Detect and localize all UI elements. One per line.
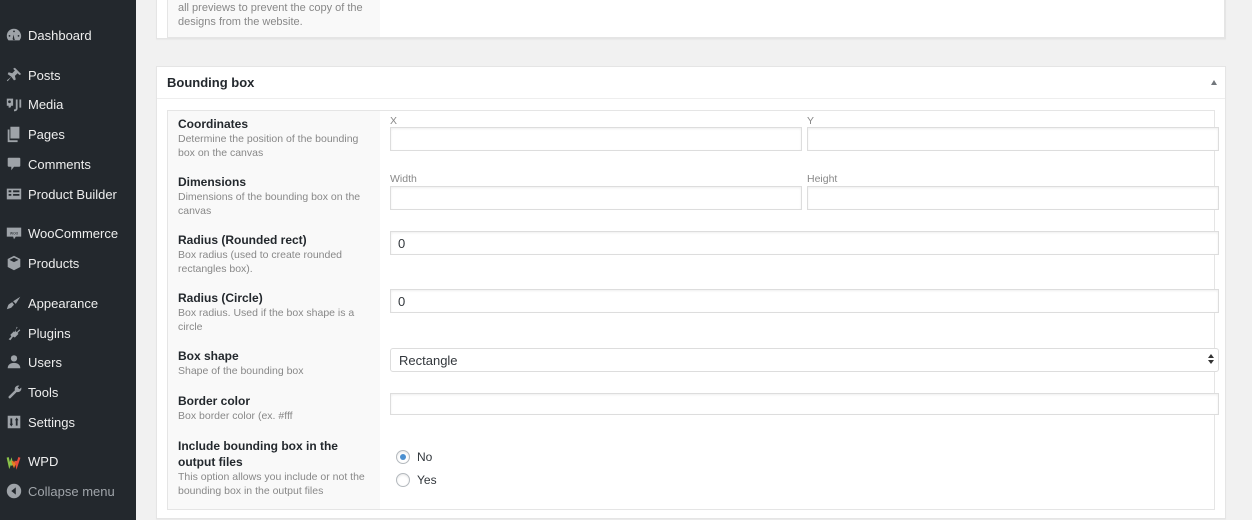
field-description: This option allows you include or not th… (178, 471, 365, 497)
product-builder-icon (0, 184, 28, 204)
radius-circle-label: Radius (Circle) Box radius. Used if the … (178, 290, 374, 334)
radio-label: Yes (417, 473, 437, 487)
previous-label-column: all previews to prevent the copy of the … (168, 0, 380, 37)
field-title: Border color (178, 394, 251, 408)
wpd-logo-icon (0, 451, 28, 471)
field-description: Dimensions of the bounding box on the ca… (178, 191, 361, 217)
field-title: Radius (Rounded rect) (178, 233, 307, 247)
y-label: Y (807, 115, 815, 127)
bounding-box-header[interactable]: Bounding box (157, 67, 1225, 99)
sidebar-item-label: Tools (28, 384, 59, 400)
field-title: Radius (Circle) (178, 291, 263, 305)
field-description: Determine the position of the bounding b… (178, 133, 359, 159)
sidebar-item-woocommerce[interactable]: woo WooCommerce (0, 218, 136, 248)
field-description: Box radius. Used if the box shape is a c… (178, 307, 355, 333)
box-shape-label: Box shape Shape of the bounding box (178, 348, 374, 378)
y-input[interactable] (807, 127, 1219, 151)
sidebar-item-appearance[interactable]: Appearance (0, 288, 136, 318)
sidebar-item-tools[interactable]: Tools (0, 377, 136, 407)
plug-icon (0, 323, 28, 343)
sidebar-item-label: Settings (28, 414, 75, 430)
sidebar-item-label: WPD (28, 453, 59, 469)
svg-text:woo: woo (10, 230, 19, 235)
bounding-box-table: Coordinates Determine the position of th… (167, 110, 1219, 510)
pages-icon (0, 124, 28, 144)
user-icon (0, 352, 28, 372)
paintbrush-icon (0, 293, 28, 313)
x-label: X (390, 115, 398, 127)
sidebar-item-label: Media (28, 96, 64, 112)
collapse-arrow-icon (0, 481, 28, 501)
previous-field-description: all previews to prevent the copy of the … (178, 2, 363, 28)
admin-sidebar: Dashboard Posts Media Pages Comments Pro… (0, 0, 136, 520)
radio-unchecked-icon[interactable] (396, 473, 410, 487)
sidebar-item-dashboard[interactable]: Dashboard (0, 20, 136, 50)
woocommerce-icon: woo (0, 223, 28, 243)
radius-circle-input[interactable] (390, 289, 1219, 313)
sidebar-item-label: Plugins (28, 325, 71, 341)
sidebar-item-label: Pages (28, 126, 65, 142)
comment-icon (0, 154, 28, 174)
dimensions-label: Dimensions Dimensions of the bounding bo… (178, 174, 374, 218)
sidebar-item-label: WooCommerce (28, 225, 119, 241)
radius-rect-input[interactable] (390, 231, 1219, 255)
width-input[interactable] (390, 186, 802, 210)
sidebar-item-settings[interactable]: Settings (0, 407, 136, 437)
collapse-menu-button[interactable]: Collapse menu (0, 476, 136, 506)
sidebar-item-label: Appearance (28, 295, 99, 311)
coordinates-label: Coordinates Determine the position of th… (178, 116, 374, 160)
include-output-label: Include bounding box in the output files… (178, 438, 368, 498)
box-shape-select[interactable]: Rectangle (390, 348, 1219, 372)
settings-icon (0, 412, 28, 432)
sidebar-item-media[interactable]: Media (0, 89, 136, 119)
sidebar-item-pages[interactable]: Pages (0, 119, 136, 149)
collapse-panel-icon[interactable] (1211, 80, 1217, 85)
height-input[interactable] (807, 186, 1219, 210)
radio-label: No (417, 450, 433, 464)
border-color-label: Border color Box border color (ex. #fff (178, 393, 374, 423)
dashboard-icon (0, 25, 28, 45)
sidebar-item-label: Products (28, 255, 80, 271)
bounding-box-panel: Bounding box Coordinates Determine the p… (156, 66, 1226, 519)
sidebar-item-wpd[interactable]: WPD (0, 446, 136, 476)
pin-icon (0, 65, 28, 85)
width-label: Width (390, 173, 417, 185)
field-title: Include bounding box in the output files (178, 439, 338, 469)
radio-checked-icon[interactable] (396, 450, 410, 464)
sidebar-item-label: Posts (28, 67, 61, 83)
sidebar-item-products[interactable]: Products (0, 248, 136, 278)
sidebar-item-label: Comments (28, 156, 91, 172)
x-input[interactable] (390, 127, 802, 151)
field-description: Shape of the bounding box (178, 365, 304, 377)
field-description: Box radius (used to create rounded recta… (178, 249, 343, 275)
sidebar-item-label: Dashboard (28, 27, 92, 43)
sidebar-item-comments[interactable]: Comments (0, 149, 136, 179)
box-icon (0, 253, 28, 273)
field-title: Box shape (178, 349, 239, 363)
previous-settings-panel: all previews to prevent the copy of the … (156, 0, 1226, 39)
sidebar-item-plugins[interactable]: Plugins (0, 318, 136, 348)
sidebar-item-label: Collapse menu (28, 483, 115, 499)
previous-settings-table: all previews to prevent the copy of the … (167, 0, 1225, 38)
box-shape-selected: Rectangle (399, 352, 458, 368)
field-description: Box border color (ex. #fff (178, 410, 293, 422)
sidebar-item-product-builder[interactable]: Product Builder (0, 179, 136, 209)
radius-rect-label: Radius (Rounded rect) Box radius (used t… (178, 232, 374, 276)
field-title: Dimensions (178, 175, 247, 189)
sidebar-item-label: Users (28, 354, 62, 370)
height-label: Height (807, 173, 838, 185)
include-output-yes-radio[interactable]: Yes (396, 473, 437, 487)
sidebar-item-label: Product Builder (28, 186, 117, 202)
sidebar-item-users[interactable]: Users (0, 347, 136, 377)
panel-title: Bounding box (167, 75, 255, 90)
include-output-no-radio[interactable]: No (396, 450, 432, 464)
media-icon (0, 94, 28, 114)
sidebar-item-posts[interactable]: Posts (0, 60, 136, 90)
field-title: Coordinates (178, 117, 249, 131)
wrench-icon (0, 382, 28, 402)
select-arrows-icon (1208, 354, 1214, 364)
border-color-input[interactable] (390, 393, 1219, 415)
